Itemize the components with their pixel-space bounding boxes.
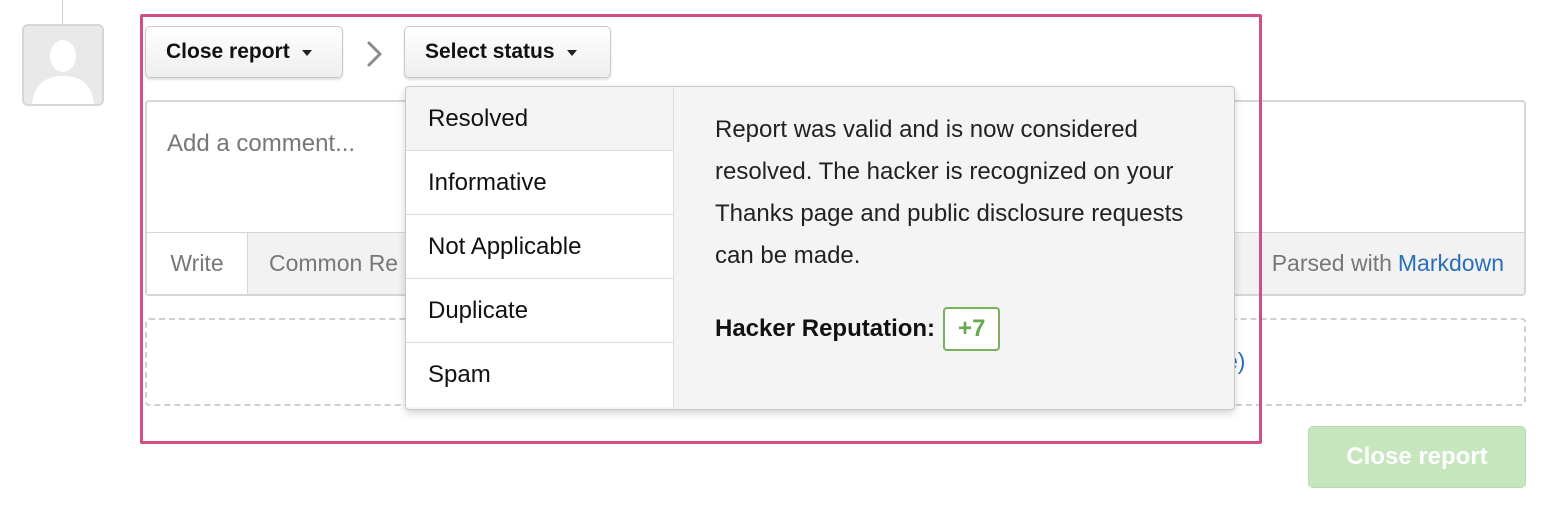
timeline-line: [62, 0, 63, 26]
markdown-link[interactable]: Markdown: [1398, 250, 1504, 277]
highlight-box: [140, 14, 1262, 444]
default-user-icon: [24, 26, 102, 104]
parsed-with-markdown: Parsed with Markdown: [1272, 233, 1504, 294]
parsed-prefix: Parsed with: [1271, 250, 1392, 276]
close-report-submit-button[interactable]: Close report: [1308, 426, 1526, 488]
avatar: [22, 24, 104, 106]
